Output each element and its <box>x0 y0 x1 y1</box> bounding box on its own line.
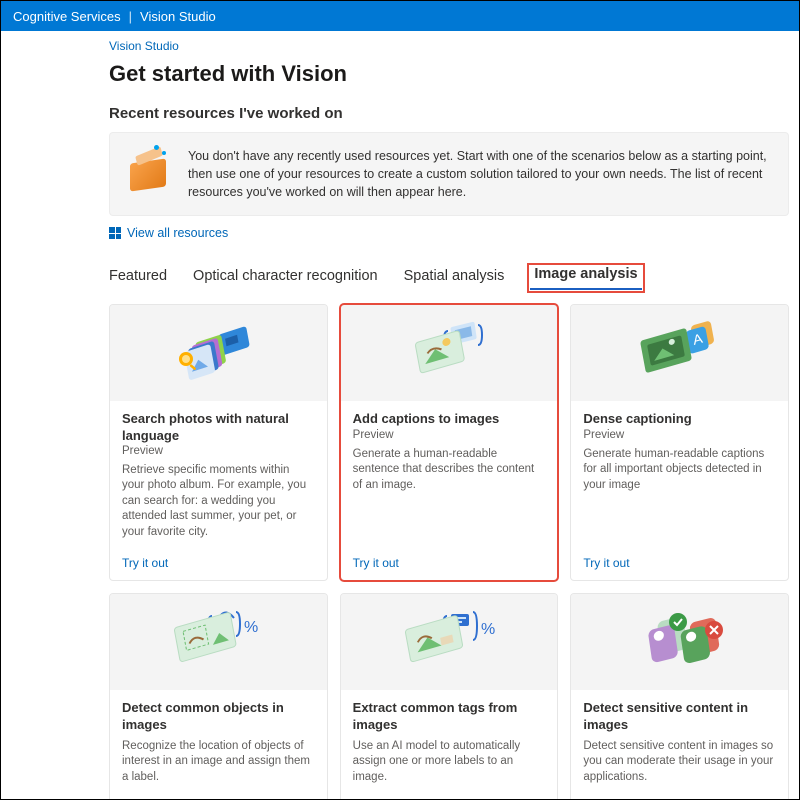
preview-badge: Preview <box>583 429 776 441</box>
view-all-label: View all resources <box>127 226 228 240</box>
card-title: Search photos with natural language <box>122 411 315 444</box>
breadcrumb[interactable]: Vision Studio <box>109 39 789 53</box>
card-body: Detect common objects in images Recogniz… <box>110 690 327 791</box>
card-title: Add captions to images <box>353 411 546 427</box>
top-bar: Cognitive Services | Vision Studio <box>1 1 799 31</box>
content: Vision Studio Get started with Vision Re… <box>109 39 789 800</box>
try-it-out-link[interactable]: Try it out <box>110 546 327 580</box>
card-body: Detect sensitive content in images Detec… <box>571 690 788 791</box>
recent-message: You don't have any recently used resourc… <box>188 147 772 201</box>
page-title: Get started with Vision <box>109 61 789 87</box>
try-it-out-link[interactable]: Try it out <box>341 546 558 580</box>
card-detect-sensitive[interactable]: Detect sensitive content in images Detec… <box>570 593 789 800</box>
view-all-resources-link[interactable]: View all resources <box>109 226 789 240</box>
open-box-icon <box>126 147 172 193</box>
card-grid: Search photos with natural language Prev… <box>109 304 789 800</box>
card-desc: Generate a human-readable sentence that … <box>353 447 546 541</box>
tab-ocr[interactable]: Optical character recognition <box>193 268 378 290</box>
card-detect-objects[interactable]: % Detect common objects in images <box>109 593 328 800</box>
card-body: Add captions to images Preview Generate … <box>341 401 558 546</box>
card-add-captions[interactable]: Add captions to images Preview Generate … <box>340 304 559 581</box>
try-it-out-link[interactable]: Try it out <box>110 792 327 800</box>
card-title: Detect sensitive content in images <box>583 700 776 733</box>
tab-featured[interactable]: Featured <box>109 268 167 290</box>
card-illustration <box>110 305 327 401</box>
card-title: Detect common objects in images <box>122 700 315 733</box>
topbar-separator: | <box>129 9 132 24</box>
card-desc: Detect sensitive content in images so yo… <box>583 739 776 786</box>
card-title: Dense captioning <box>583 411 776 427</box>
svg-text:%: % <box>481 621 495 638</box>
preview-badge: Preview <box>122 445 315 457</box>
card-illustration <box>571 594 788 690</box>
card-body: Search photos with natural language Prev… <box>110 401 327 546</box>
card-body: Extract common tags from images Use an A… <box>341 690 558 791</box>
card-desc: Generate human-readable captions for all… <box>583 447 776 541</box>
card-illustration: % <box>110 594 327 690</box>
tab-image-analysis[interactable]: Image analysis <box>530 266 641 290</box>
app-frame: Cognitive Services | Vision Studio Visio… <box>0 0 800 800</box>
product-label[interactable]: Vision Studio <box>140 9 216 24</box>
card-extract-tags[interactable]: % Extract common tags from images <box>340 593 559 800</box>
card-title: Extract common tags from images <box>353 700 546 733</box>
card-body: Dense captioning Preview Generate human-… <box>571 401 788 546</box>
card-desc: Recognize the location of objects of int… <box>122 739 315 786</box>
page: Vision Studio Get started with Vision Re… <box>1 31 799 800</box>
recent-resources-box: You don't have any recently used resourc… <box>109 132 789 216</box>
try-it-out-link[interactable]: Try it out <box>571 792 788 800</box>
card-illustration: A <box>571 305 788 401</box>
grid-icon <box>109 227 121 239</box>
svg-text:%: % <box>244 619 258 636</box>
try-it-out-link[interactable]: Try it out <box>571 546 788 580</box>
preview-badge: Preview <box>353 429 546 441</box>
card-desc: Use an AI model to automatically assign … <box>353 739 546 786</box>
card-illustration <box>341 305 558 401</box>
card-illustration: % <box>341 594 558 690</box>
tabs: Featured Optical character recognition S… <box>109 266 789 290</box>
card-search-photos[interactable]: Search photos with natural language Prev… <box>109 304 328 581</box>
try-it-out-link[interactable]: Try it out <box>341 792 558 800</box>
recent-heading: Recent resources I've worked on <box>109 105 789 122</box>
brand-label[interactable]: Cognitive Services <box>13 9 121 24</box>
card-desc: Retrieve specific moments within your ph… <box>122 463 315 541</box>
tab-spatial[interactable]: Spatial analysis <box>404 268 505 290</box>
card-dense-captioning[interactable]: A Dense captioning Preview <box>570 304 789 581</box>
